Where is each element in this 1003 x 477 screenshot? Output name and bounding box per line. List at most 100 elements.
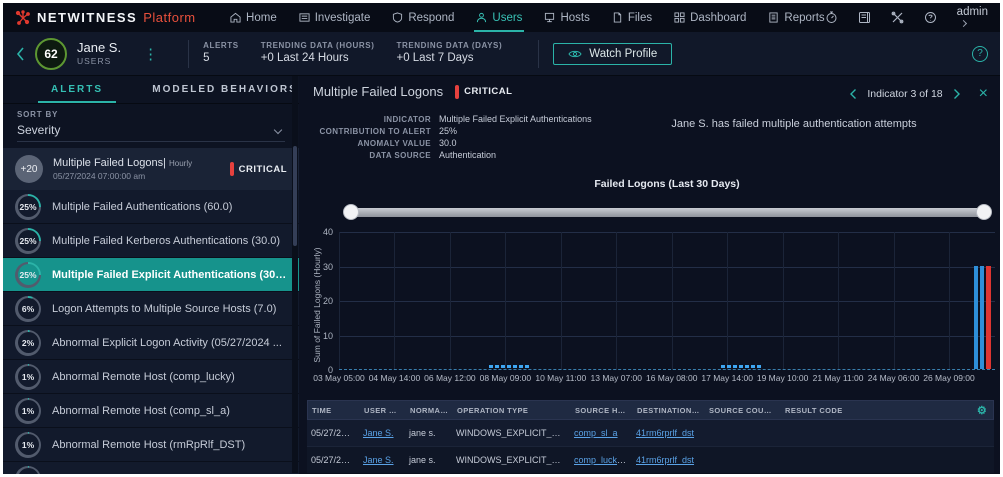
scrollbar-thumb[interactable] [293, 146, 297, 246]
nav-item-dashboard[interactable]: Dashboard [674, 3, 746, 32]
source_host-link[interactable]: comp_lucky_b [574, 455, 632, 465]
column-header[interactable]: SOURCE HOST [571, 406, 633, 415]
kebab-menu-icon[interactable]: ⋮ [143, 45, 158, 63]
alert-indicator-item[interactable]: 6% Logon Attempts to Multiple Source Host… [3, 292, 299, 325]
chart-bar[interactable] [986, 265, 992, 369]
tab-alerts[interactable]: ALERTS [3, 76, 151, 103]
nav-item-home[interactable]: Home [230, 3, 277, 32]
nav-item-investigate[interactable]: Investigate [299, 3, 370, 32]
gridline-horizontal [339, 266, 995, 268]
entity-header: 62 Jane S. USERS ⋮ ALERTS 5 TRENDING DAT… [3, 32, 1000, 76]
nav-item-respond[interactable]: Respond [392, 3, 454, 32]
x-tick-label: 16 May 08:00 [645, 373, 698, 383]
chart-bar[interactable] [979, 265, 984, 369]
alert-indicator-item[interactable]: 1% Abnormal Remote Host (rmRpRlf_DST) [3, 428, 299, 461]
events-table-header: TIMEUSER NAMENORMALIZED U...OPERATION TY… [307, 400, 994, 420]
gridline-horizontal [339, 232, 995, 233]
data-point-marker[interactable] [739, 365, 744, 368]
alert-group-header[interactable]: +20 Multiple Failed Logons| Hourly 05/27… [3, 148, 299, 190]
data-point-marker[interactable] [733, 365, 738, 368]
help-icon[interactable] [924, 11, 937, 24]
data-point-marker[interactable] [721, 365, 726, 368]
brand-logo[interactable]: NETWITNESS Platform [15, 9, 230, 26]
chart-x-axis-labels: 03 May 05:00 04 May 14:00 06 May 12:00 08 M… [313, 373, 995, 387]
chart-bar[interactable] [974, 265, 978, 369]
events-table-body: 05/27/2024 07:5... Jane S. jane s. WINDOWS_… [307, 420, 994, 473]
slider-track[interactable] [345, 208, 990, 217]
alert-indicator-label: Multiple Failed Kerberos Authentications… [52, 234, 281, 247]
destination-link[interactable]: 41rm6rprlf_dst [636, 455, 694, 465]
data-point-marker[interactable] [751, 365, 756, 368]
column-header[interactable]: TIME [308, 406, 360, 415]
close-icon[interactable]: × [979, 86, 988, 102]
table-settings-gear-icon[interactable]: ⚙ [971, 404, 993, 417]
alert-indicator-item[interactable]: 1% Abnormal Remote Host (comp_lucky) [3, 360, 299, 393]
files-icon [613, 12, 622, 23]
alert-indicator-item[interactable]: 25% Multiple Failed Kerberos Authenticati… [3, 224, 299, 257]
alert-indicator-item[interactable]: 25% Multiple Failed Authentications (60.0… [3, 190, 299, 223]
data-point-marker[interactable] [506, 365, 511, 368]
alert-indicator-item[interactable]: 2% Abnormal Explicit Logon Activity (05/2… [3, 326, 299, 359]
tab-modeled-behaviors[interactable]: MODELED BEHAVIORS [151, 76, 299, 103]
data-point-marker[interactable] [727, 365, 732, 368]
alert-indicator-label: Multiple Failed Authentications (60.0) [52, 200, 233, 213]
nav-label: Reports [784, 11, 825, 24]
sort-select-value: Severity [17, 123, 61, 137]
table-cell-normalized: jane s. [409, 455, 436, 465]
nav-label: Respond [408, 11, 455, 24]
admin-tools-icon[interactable] [891, 11, 904, 24]
data-point-marker[interactable] [757, 365, 762, 368]
data-point-marker[interactable] [518, 365, 523, 368]
top-nav-bar: NETWITNESS Platform Home Investigate Res… [3, 3, 1000, 32]
chart-title: Failed Logons (Last 30 Days) [594, 178, 740, 190]
slider-handle-left[interactable] [343, 204, 359, 220]
user-link[interactable]: Jane S. [363, 455, 394, 465]
nav-item-reports[interactable]: Reports [768, 3, 825, 32]
table-cell-operation: WINDOWS_EXPLICIT_CREDEN... [456, 455, 570, 465]
time-range-slider[interactable] [343, 204, 992, 220]
back-button[interactable] [15, 46, 25, 62]
column-header[interactable]: NORMALIZED U... [406, 406, 453, 415]
alerts-stat: ALERTS 5 [203, 41, 239, 66]
data-point-marker[interactable] [745, 365, 750, 368]
nav-item-users[interactable]: Users [474, 3, 525, 32]
data-point-marker[interactable] [524, 365, 529, 368]
data-point-marker[interactable] [494, 365, 499, 368]
column-header[interactable]: OPERATION TYPE [453, 406, 571, 415]
sidebar-scrollbar[interactable] [292, 76, 298, 473]
table-row[interactable]: 05/27/2024 07:5... Jane S. jane s. WINDOWS_… [307, 447, 994, 473]
alert-indicator-item[interactable]: 1% Abnormal Remote Host (comp_sl_a) [3, 394, 299, 427]
data-point-marker[interactable] [488, 365, 493, 368]
field-value: Multiple Failed Explicit Authentications [439, 114, 592, 124]
alert-indicator-item[interactable]: 1% Abnormal Remote Host (comp_sl) [3, 462, 299, 474]
pager-next-button[interactable] [953, 88, 961, 100]
data-point-marker[interactable] [512, 365, 517, 368]
column-header[interactable]: RESULT CODE [781, 406, 971, 415]
destination-link[interactable]: 41rm6rprlf_dst [636, 428, 694, 438]
jobs-panel-icon[interactable] [858, 11, 871, 24]
data-point-marker[interactable] [500, 365, 505, 368]
pager-prev-button[interactable] [849, 88, 857, 100]
live-services-icon[interactable] [825, 11, 838, 24]
gridline-horizontal [339, 335, 995, 337]
admin-menu[interactable]: admin [957, 6, 988, 30]
slider-handle-right[interactable] [976, 204, 992, 220]
context-help-icon[interactable]: ? [972, 45, 988, 62]
watch-profile-button[interactable]: Watch Profile [553, 42, 673, 65]
column-header[interactable]: DESTINATION RES... [633, 406, 705, 415]
investigate-icon [299, 13, 310, 22]
column-header[interactable]: SOURCE COUNTRY [705, 406, 781, 415]
sort-select[interactable]: Severity [17, 123, 285, 142]
risk-score-badge[interactable]: 62 [35, 37, 67, 70]
source_host-link[interactable]: comp_sl_a [574, 428, 618, 438]
alert-indicator-item[interactable]: 25% Multiple Failed Explicit Authenticati… [3, 258, 299, 291]
home-icon [230, 12, 241, 23]
nav-item-hosts[interactable]: Hosts [544, 3, 590, 32]
column-header[interactable]: USER NAME [360, 406, 406, 415]
reports-icon [769, 12, 779, 23]
chart-plot-area[interactable]: 0 10 20 30 40 [323, 227, 995, 375]
contribution-ring: 25% [15, 193, 41, 220]
nav-item-files[interactable]: Files [612, 3, 652, 32]
user-link[interactable]: Jane S. [363, 428, 394, 438]
table-row[interactable]: 05/27/2024 07:5... Jane S. jane s. WINDOWS_… [307, 420, 994, 447]
